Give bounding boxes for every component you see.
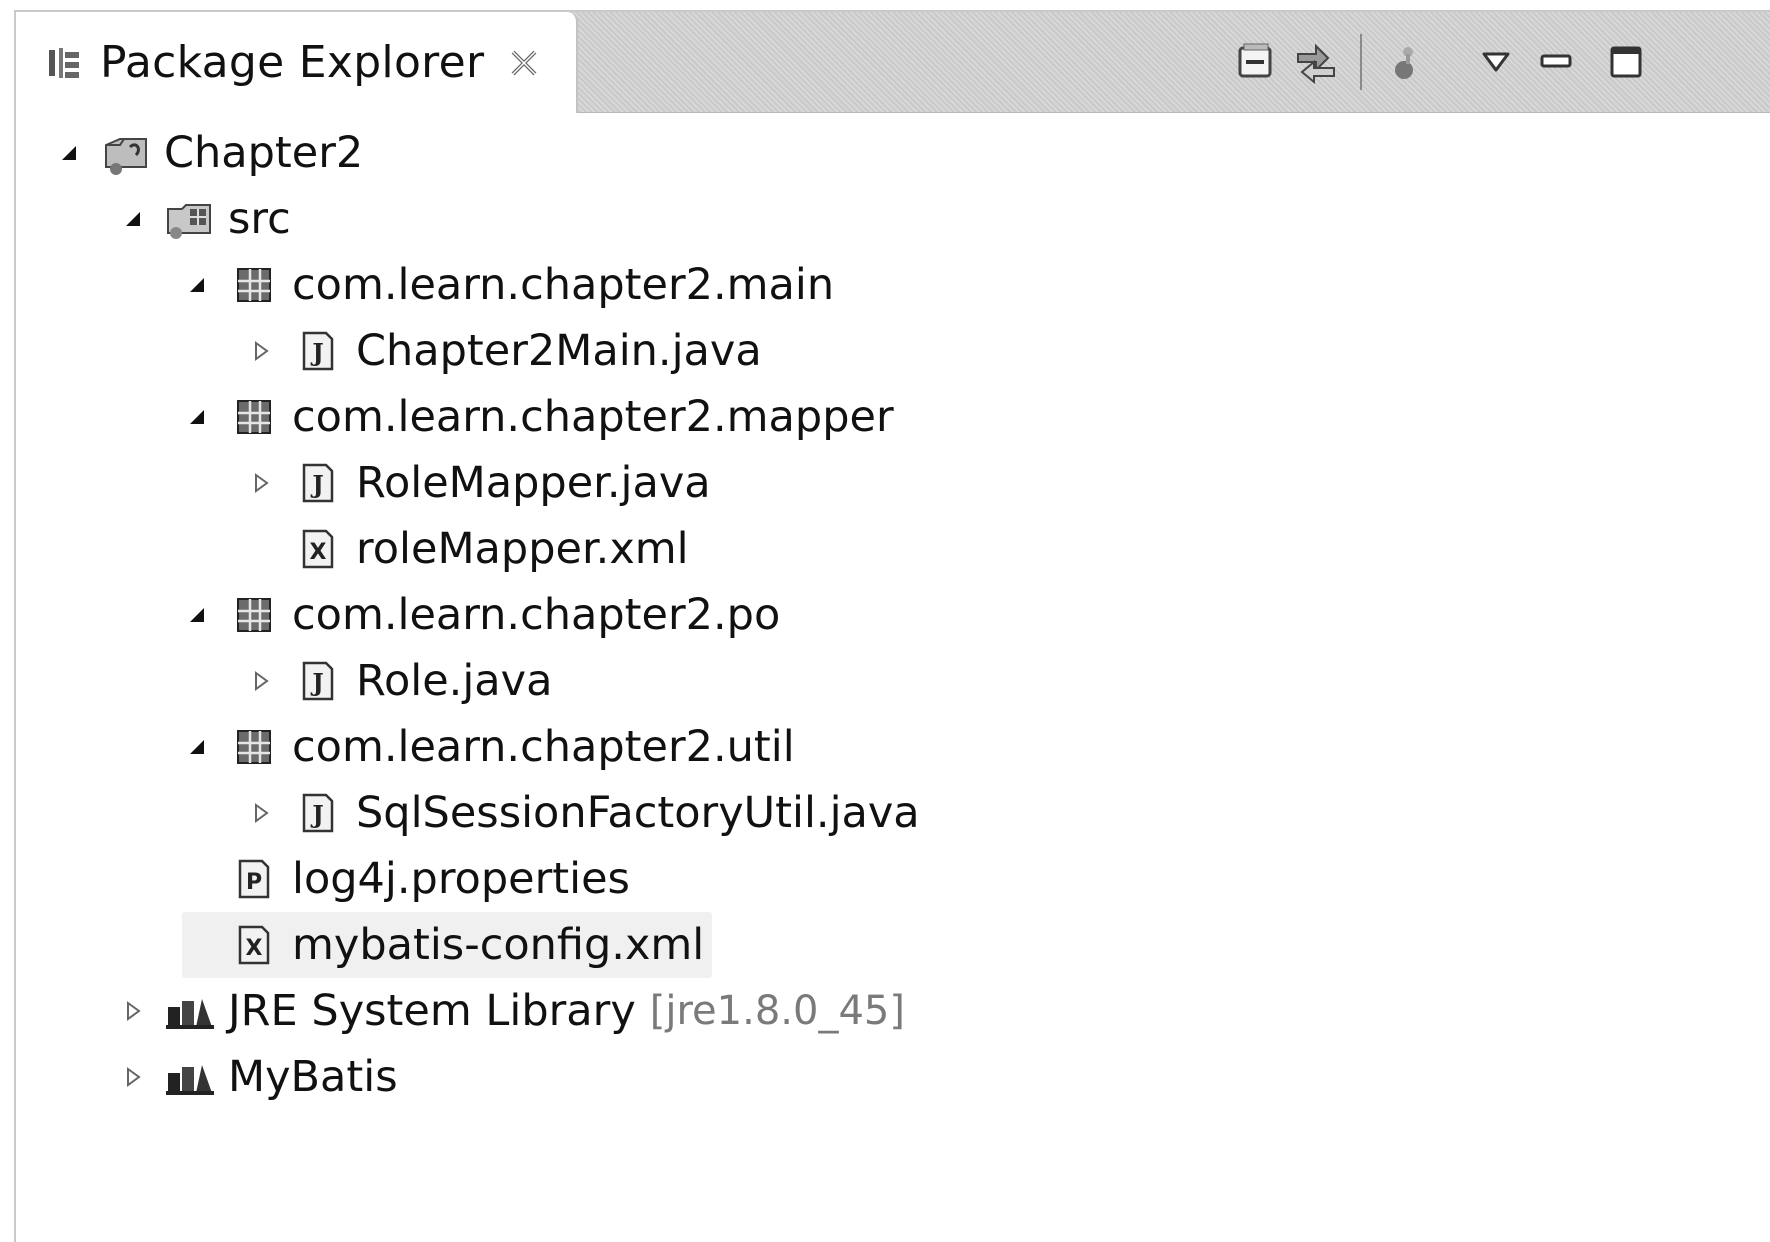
java-file-icon: J [292, 655, 344, 707]
tree-item-decoration: [jre1.8.0_45] [649, 988, 905, 1034]
focus-icon [1395, 47, 1413, 79]
tree-item[interactable]: com.learn.chapter2.main [182, 252, 834, 318]
tree-item[interactable]: com.learn.chapter2.po [182, 582, 780, 648]
expanded-twisty-icon[interactable] [182, 270, 212, 300]
view-menu-button[interactable] [1466, 32, 1526, 92]
minimize-button[interactable] [1526, 32, 1586, 92]
tree-item-label: Role.java [356, 656, 553, 706]
expanded-twisty-icon[interactable] [182, 600, 212, 630]
tree-item-label: RoleMapper.java [356, 458, 711, 508]
collapse-all-icon [1238, 43, 1272, 78]
maximize-icon [1610, 46, 1642, 78]
library-icon [164, 1051, 216, 1103]
collapsed-twisty-icon[interactable] [246, 666, 276, 696]
tree-item[interactable]: com.learn.chapter2.mapper [182, 384, 894, 450]
collapsed-twisty-icon[interactable] [246, 798, 276, 828]
java-project-icon [100, 127, 152, 179]
tree-item[interactable]: XroleMapper.xml [246, 516, 689, 582]
svg-text:J: J [310, 800, 323, 829]
tree-item[interactable]: Plog4j.properties [182, 846, 630, 912]
tree-item-label: src [228, 194, 291, 244]
java-file-icon: J [292, 325, 344, 377]
tree-item[interactable]: MyBatis [118, 1044, 398, 1110]
package-explorer-view: Package Explorer Chapter2 src com.learn.… [14, 10, 1770, 1242]
tree-item-label: com.learn.chapter2.main [292, 260, 835, 310]
source-folder-icon [164, 193, 216, 245]
minimize-icon [1540, 54, 1572, 68]
expanded-twisty-icon[interactable] [54, 138, 84, 168]
tree-item[interactable]: src [118, 186, 291, 252]
svg-text:X: X [310, 540, 327, 565]
close-icon[interactable] [506, 45, 542, 81]
link-with-editor-button[interactable] [1286, 32, 1346, 92]
tree-item[interactable]: JRE System Library [jre1.8.0_45] [118, 978, 905, 1044]
tree-item-label: com.learn.chapter2.po [292, 590, 781, 640]
collapse-all-button[interactable] [1226, 32, 1286, 92]
svg-text:J: J [310, 668, 323, 697]
tree-item-label: log4j.properties [292, 854, 630, 904]
library-icon [164, 985, 216, 1037]
package-explorer-icon [46, 45, 82, 81]
tree-item-label: com.learn.chapter2.util [292, 722, 795, 772]
focus-button[interactable] [1376, 32, 1436, 92]
properties-file-icon: P [228, 853, 280, 905]
tree-item[interactable]: J RoleMapper.java [246, 450, 711, 516]
package-icon [228, 589, 280, 641]
expanded-twisty-icon[interactable] [182, 402, 212, 432]
view-title: Package Explorer [100, 37, 485, 88]
tree-item[interactable]: com.learn.chapter2.util [182, 714, 795, 780]
package-icon [228, 259, 280, 311]
svg-text:P: P [246, 870, 262, 895]
view-title-bar: Package Explorer [16, 12, 1770, 113]
collapsed-twisty-icon[interactable] [118, 1062, 148, 1092]
package-icon [228, 721, 280, 773]
java-file-icon: J [292, 457, 344, 509]
tree-item[interactable]: Chapter2 [54, 120, 363, 186]
svg-text:J: J [310, 338, 323, 367]
tree-item[interactable]: Xmybatis-config.xml [182, 912, 713, 978]
view-menu-icon [1482, 52, 1510, 72]
package-explorer-tab[interactable]: Package Explorer [16, 12, 578, 113]
maximize-button[interactable] [1596, 32, 1656, 92]
view-toolbar [1226, 30, 1656, 94]
collapsed-twisty-icon[interactable] [246, 336, 276, 366]
xml-file-icon: X [292, 523, 344, 575]
package-icon [228, 391, 280, 443]
tree-item-label: com.learn.chapter2.mapper [292, 392, 894, 442]
link-with-editor-icon [1297, 43, 1335, 85]
expanded-twisty-icon[interactable] [118, 204, 148, 234]
collapsed-twisty-icon[interactable] [246, 468, 276, 498]
tree-item-label: Chapter2 [164, 128, 364, 178]
java-file-icon: J [292, 787, 344, 839]
svg-text:X: X [246, 936, 263, 961]
tree-item-label: SqlSessionFactoryUtil.java [356, 788, 920, 838]
expanded-twisty-icon[interactable] [182, 732, 212, 762]
tree-item[interactable]: J Chapter2Main.java [246, 318, 762, 384]
xml-file-icon: X [228, 919, 280, 971]
tree-item-label: MyBatis [228, 1052, 398, 1102]
tree-item-label: JRE System Library [228, 986, 636, 1036]
tree-item[interactable]: J Role.java [246, 648, 552, 714]
tree-item-label: roleMapper.xml [356, 524, 689, 574]
toolbar-separator [1360, 34, 1362, 90]
tree-item-label: mybatis-config.xml [292, 920, 705, 970]
collapsed-twisty-icon[interactable] [118, 996, 148, 1026]
tree-item-label: Chapter2Main.java [356, 326, 762, 376]
tree-item[interactable]: J SqlSessionFactoryUtil.java [246, 780, 920, 846]
svg-text:J: J [310, 470, 323, 499]
